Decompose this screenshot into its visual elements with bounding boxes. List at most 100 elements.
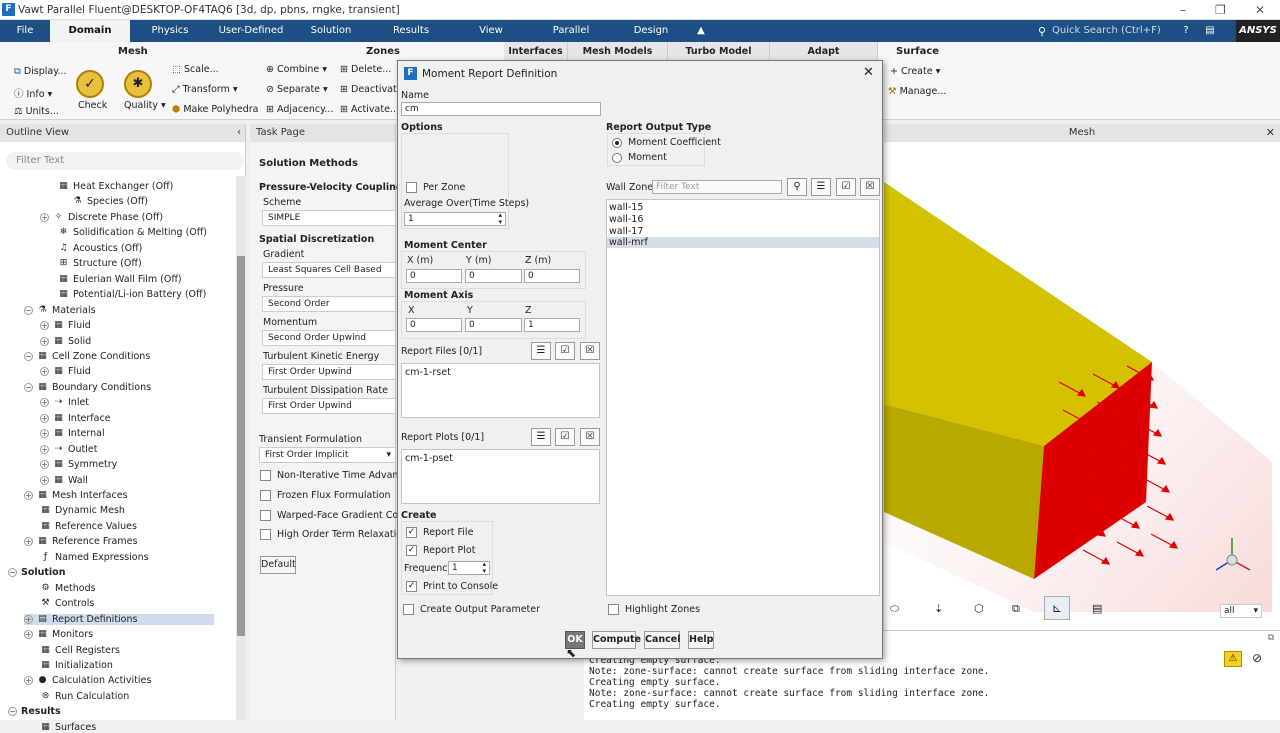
units-button[interactable]: ⚖ Units... (14, 106, 59, 117)
adjacency-button[interactable]: ⊞ Adjacency... (266, 104, 333, 115)
expand-icon[interactable]: + (40, 336, 49, 346)
surface-manage-button[interactable]: ⚒ Manage... (888, 86, 946, 97)
scale-button[interactable]: ⬚ Scale... (172, 64, 219, 75)
tree-item[interactable]: ⚙ Methods (40, 583, 95, 594)
tree-item[interactable]: ▦ Cell Registers (40, 645, 120, 656)
report-plots-filter-icon[interactable]: ☰ (531, 428, 551, 446)
copy-view-icon[interactable]: ⧉ (1012, 602, 1020, 616)
help-button[interactable]: Help (688, 631, 714, 649)
expand-icon[interactable]: + (24, 537, 33, 547)
print-console-checkbox[interactable]: ✓ Print to Console (406, 581, 498, 592)
wall-zones-filter-icon[interactable]: ⚲ (787, 178, 807, 196)
momentum-select[interactable]: Second Order Upwind (262, 330, 396, 346)
collapse-icon[interactable]: − (24, 305, 33, 315)
expand-icon[interactable]: + (40, 429, 49, 439)
collapse-panel-icon[interactable]: ‹ (237, 124, 241, 142)
tree-item[interactable]: ⚒ Controls (40, 598, 94, 609)
expand-icon[interactable]: + (40, 398, 49, 408)
menu-domain[interactable]: Domain (50, 20, 130, 42)
tree-item[interactable]: ❄ Solidification & Melting (Off) (58, 227, 207, 238)
menu-design[interactable]: Design (616, 20, 686, 42)
help-icon[interactable]: ? (1178, 20, 1194, 42)
tree-item[interactable]: + ✧ Discrete Phase (Off) (40, 212, 163, 223)
collapse-icon[interactable]: − (24, 382, 33, 392)
notes-icon[interactable]: ▤ (1202, 20, 1218, 42)
list-item[interactable]: cm-1-rset (405, 367, 451, 378)
pan-icon[interactable]: ⇣ (934, 602, 943, 615)
expand-icon[interactable]: + (40, 475, 49, 485)
list-item[interactable]: cm-1-pset (405, 453, 453, 464)
tree-item[interactable]: ▦ Initialization (40, 660, 113, 671)
avg-over-stepper[interactable]: 1 ▴ ▾ (404, 212, 506, 226)
mesh-graphics-window[interactable]: Mesh ✕ ⬭ ⇣ ⬡ ⧉ ⊾ ▤ all ▾ (884, 124, 1280, 630)
report-plots-select-all-icon[interactable]: ☑ (555, 428, 575, 446)
expand-icon[interactable]: + (40, 413, 49, 423)
expand-icon[interactable]: + (40, 212, 49, 222)
ribbon-group-interfaces[interactable]: Interfaces (504, 42, 568, 62)
tree-item[interactable]: + ⇢ Inlet (40, 397, 89, 408)
outline-scrollbar[interactable] (236, 176, 246, 720)
cancel-button[interactable]: Cancel (644, 631, 680, 649)
tke-select[interactable]: First Order Upwind (262, 364, 396, 380)
expand-icon[interactable]: + (24, 614, 33, 624)
collapse-ribbon-icon[interactable]: ▲ (694, 20, 708, 42)
stepper-arrows-icon[interactable]: ▴ ▾ (482, 561, 486, 575)
tree-item[interactable]: + ● Calculation Activities (24, 675, 151, 686)
expand-icon[interactable]: + (40, 444, 49, 454)
tree-item[interactable]: + ▦ Mesh Interfaces (24, 490, 128, 501)
frozen-flux-checkbox[interactable]: Frozen Flux Formulation (260, 490, 391, 501)
tree-item[interactable]: ⚗ Species (Off) (72, 196, 148, 207)
console-options-icon[interactable]: ⧉ (1268, 633, 1274, 643)
moment-radio[interactable]: Moment (612, 152, 667, 163)
list-item[interactable]: wall-17 (609, 226, 643, 237)
report-plots-deselect-icon[interactable]: ☒ (580, 428, 600, 446)
menu-file[interactable]: File (4, 20, 46, 42)
quality-button[interactable]: Quality ▾ (124, 100, 166, 111)
text-icon[interactable]: ▤ (1092, 602, 1102, 615)
mesh-render[interactable] (884, 142, 1280, 612)
dialog-close-icon[interactable]: ✕ (863, 65, 874, 80)
center-z-input[interactable]: 0 (524, 269, 580, 283)
expand-icon[interactable]: + (24, 491, 33, 500)
transient-formulation-select[interactable]: First Order Implicit ▾ (259, 447, 396, 463)
list-item-selected[interactable]: wall-mrf (607, 237, 879, 248)
scheme-select[interactable]: SIMPLE (262, 210, 396, 226)
warning-icon[interactable]: ⚠ (1224, 651, 1242, 667)
collapse-icon[interactable]: − (8, 568, 17, 578)
tree-item[interactable]: ▦ Dynamic Mesh (40, 505, 125, 516)
tree-item[interactable]: ▦ Surfaces (40, 722, 96, 733)
center-y-input[interactable]: 0 (465, 269, 522, 283)
moment-coefficient-radio[interactable]: Moment Coefficient (612, 137, 721, 148)
report-files-select-all-icon[interactable]: ☑ (555, 342, 575, 360)
tree-item[interactable]: ▦ Heat Exchanger (Off) (58, 181, 173, 192)
collapse-icon[interactable]: − (8, 707, 17, 717)
make-polyhedra-button[interactable]: ⬢ Make Polyhedra (172, 104, 258, 115)
frequency-stepper[interactable]: 1 ▴ ▾ (448, 561, 490, 575)
maximize-icon[interactable]: ❐ (1215, 3, 1226, 17)
check-button[interactable]: Check (78, 100, 107, 111)
check-icon[interactable]: ✓ (76, 70, 104, 98)
axes-icon[interactable]: ⊾ (1044, 596, 1070, 620)
quick-search-input[interactable]: Quick Search (Ctrl+F) (1036, 23, 1170, 39)
axis-x-input[interactable]: 0 (406, 318, 462, 332)
menu-user-defined[interactable]: User-Defined (212, 20, 290, 42)
create-output-param-checkbox[interactable]: Create Output Parameter (403, 604, 540, 615)
expand-icon[interactable]: + (40, 460, 49, 470)
tree-item[interactable]: + ▤ Report Definitions (24, 613, 214, 625)
wall-zones-filter-input[interactable]: Filter Text (652, 180, 782, 194)
wall-zones-deselect-icon[interactable]: ☒ (860, 178, 880, 196)
menu-results[interactable]: Results (376, 20, 446, 42)
tree-item[interactable]: + ▦ Fluid (40, 320, 91, 331)
separate-button[interactable]: ⊘ Separate ▾ (266, 84, 328, 95)
wall-zones-select-all-icon[interactable]: ☑ (836, 178, 856, 196)
close-view-icon[interactable]: ✕ (1266, 124, 1275, 142)
list-item[interactable]: wall-16 (609, 214, 643, 225)
tree-item[interactable]: + ▦ Symmetry (40, 459, 117, 470)
report-files-list[interactable]: cm-1-rset (401, 363, 600, 418)
tree-item[interactable]: + ▦ Wall (40, 475, 88, 486)
pressure-select[interactable]: Second Order (262, 296, 396, 312)
tree-item[interactable]: − Solution (8, 567, 65, 578)
ribbon-group-mesh-models[interactable]: Mesh Models (568, 42, 668, 62)
tree-item[interactable]: + ▦ Fluid (40, 366, 91, 377)
tree-item[interactable]: + ▦ Reference Frames (24, 536, 137, 547)
